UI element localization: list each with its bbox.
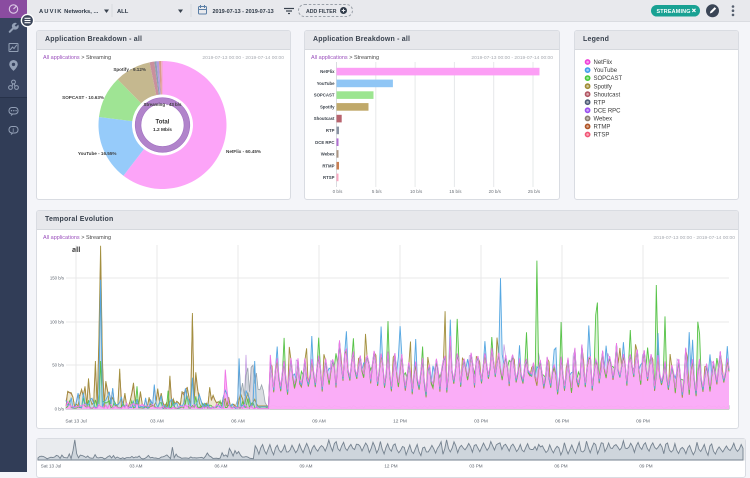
svg-text:Shoutcast: Shoutcast (594, 92, 621, 98)
svg-text:2019-07-13 00:00 - 2019-07-14: 2019-07-13 00:00 - 2019-07-14 00:00 (653, 235, 735, 241)
svg-text:06 AM: 06 AM (231, 419, 245, 425)
svg-text:10 b/s: 10 b/s (410, 189, 423, 194)
svg-text:09 PM: 09 PM (636, 419, 650, 425)
svg-text:12 PM: 12 PM (384, 464, 397, 469)
svg-text:AUVIK Networks, ...: AUVIK Networks, ... (39, 9, 99, 15)
svg-text:SOPCAST: SOPCAST (594, 76, 623, 82)
svg-text:150 b/s: 150 b/s (50, 276, 64, 281)
svg-text:25 b/s: 25 b/s (528, 189, 541, 194)
svg-text:2019-07-13 - 2019-07-13: 2019-07-13 - 2019-07-13 (213, 9, 274, 15)
svg-text:NetFlix: NetFlix (320, 69, 335, 74)
svg-text:RTP: RTP (326, 128, 335, 133)
svg-text:Webex: Webex (594, 117, 613, 123)
svg-text:03 AM: 03 AM (129, 464, 142, 469)
svg-text:Webex: Webex (321, 152, 335, 157)
svg-text:RTP: RTP (594, 100, 606, 106)
svg-text:50 b/s: 50 b/s (52, 363, 64, 368)
svg-text:Shoutcast: Shoutcast (314, 116, 335, 121)
svg-text:STREAMING: STREAMING (657, 9, 691, 15)
svg-text:1.2 Mb/s: 1.2 Mb/s (153, 127, 172, 133)
svg-text:RTMP: RTMP (594, 125, 611, 131)
svg-text:03 PM: 03 PM (474, 419, 488, 425)
svg-text:NetFlix: NetFlix (594, 60, 613, 66)
svg-text:0 b/s: 0 b/s (333, 189, 344, 194)
svg-text:Spotify - 9.12%: Spotify - 9.12% (113, 67, 146, 72)
svg-text:SOPCAST: SOPCAST (314, 93, 335, 98)
svg-text:RTMP: RTMP (322, 163, 334, 168)
svg-text:Streaming - 43 b/s: Streaming - 43 b/s (144, 102, 182, 107)
svg-text:15 b/s: 15 b/s (449, 189, 462, 194)
svg-text:5 b/s: 5 b/s (372, 189, 383, 194)
svg-text:Spotify: Spotify (320, 105, 335, 110)
svg-text:2019-07-13 00:00 - 2019-07-14: 2019-07-13 00:00 - 2019-07-14 00:00 (202, 55, 284, 61)
svg-text:SOPCAST - 10.63%: SOPCAST - 10.63% (62, 95, 104, 100)
svg-text:12 PM: 12 PM (393, 419, 407, 425)
svg-text:Spotify: Spotify (594, 84, 612, 90)
svg-text:DCE RPC: DCE RPC (315, 140, 334, 145)
svg-text:100 b/s: 100 b/s (50, 320, 64, 325)
svg-text:06 AM: 06 AM (214, 464, 227, 469)
svg-text:2019-07-13 00:00 - 2019-07-14: 2019-07-13 00:00 - 2019-07-14 00:00 (471, 55, 553, 61)
svg-text:All applications > Streaming: All applications > Streaming (311, 55, 379, 61)
svg-text:06 PM: 06 PM (555, 419, 569, 425)
svg-text:09 AM: 09 AM (299, 464, 312, 469)
svg-text:ALL: ALL (117, 9, 129, 15)
svg-text:DCE RPC: DCE RPC (594, 108, 622, 114)
svg-text:Sat 13 Jul: Sat 13 Jul (41, 464, 61, 469)
svg-text:NetFlix - 60.45%: NetFlix - 60.45% (226, 149, 261, 154)
svg-text:0 b/s: 0 b/s (55, 407, 64, 412)
svg-text:20 b/s: 20 b/s (489, 189, 502, 194)
svg-text:RTSP: RTSP (323, 175, 335, 180)
svg-text:03 AM: 03 AM (150, 419, 164, 425)
svg-text:06 PM: 06 PM (554, 464, 567, 469)
svg-text:ADD FILTER: ADD FILTER (306, 9, 337, 15)
svg-text:09 PM: 09 PM (639, 464, 652, 469)
svg-text:09 AM: 09 AM (312, 419, 326, 425)
svg-text:YouTube: YouTube (594, 68, 618, 74)
svg-text:Total: Total (156, 120, 170, 126)
svg-text:All applications > Streaming: All applications > Streaming (43, 55, 111, 61)
svg-text:03 PM: 03 PM (469, 464, 482, 469)
svg-text:YouTube - 16.55%: YouTube - 16.55% (78, 151, 117, 156)
svg-text:Sat 13 Jul: Sat 13 Jul (65, 419, 86, 425)
svg-text:YouTube: YouTube (317, 81, 335, 86)
svg-text:RTSP: RTSP (594, 133, 610, 139)
svg-text:All applications > Streaming: All applications > Streaming (43, 235, 111, 241)
